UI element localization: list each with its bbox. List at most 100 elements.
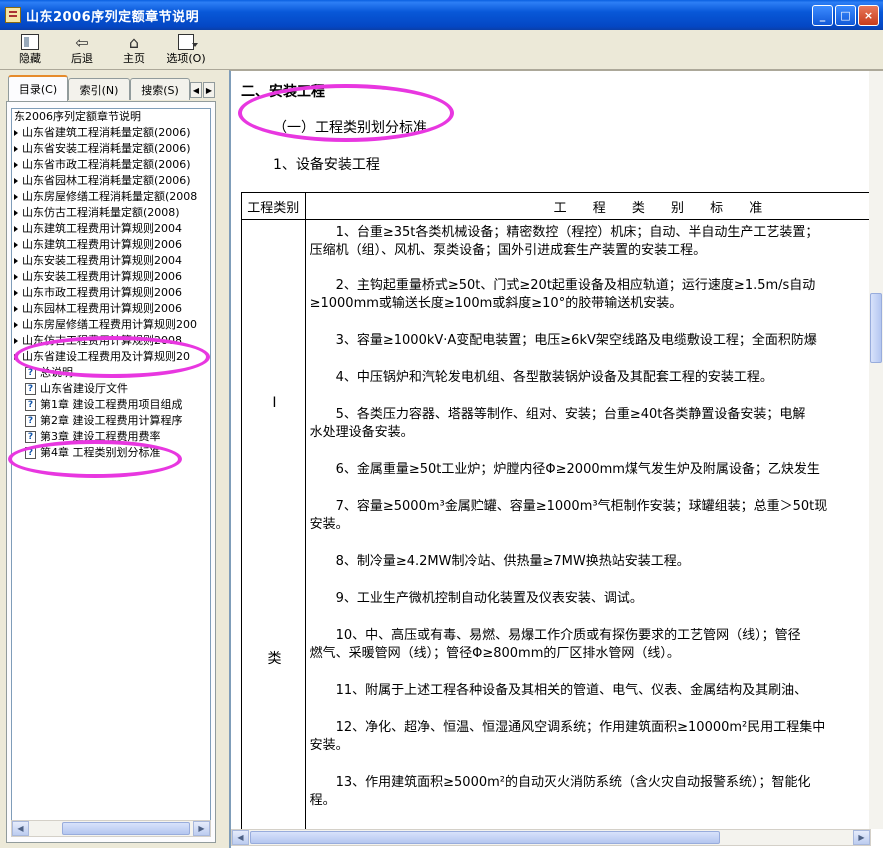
tree-page[interactable]: ? 第1章 建设工程费用项目组成 bbox=[12, 397, 210, 413]
tab-scroll-right[interactable]: ▶ bbox=[203, 82, 215, 98]
home-label: 主页 bbox=[123, 52, 145, 65]
scroll-thumb[interactable] bbox=[250, 831, 720, 844]
help-page-icon: ? bbox=[25, 399, 36, 411]
minimize-button[interactable]: _ bbox=[812, 5, 833, 26]
item-heading: 1、设备安装工程 bbox=[273, 157, 380, 173]
tree-book[interactable]: 山东市政工程费用计算规则2006 bbox=[12, 285, 210, 301]
tree-book[interactable]: 山东仿古工程费用计算规则2008 bbox=[12, 333, 210, 349]
tree-page-label: 第3章 建设工程费用费率 bbox=[40, 430, 161, 443]
home-button[interactable]: ⌂ 主页 bbox=[108, 30, 160, 70]
scroll-left-icon[interactable]: ◀ bbox=[12, 821, 29, 836]
standard-paragraph-4: 4、中压锅炉和汽轮发电机组、各型散装锅炉设备及其配套工程的安装工程。 bbox=[335, 370, 773, 385]
navigation-pane: 目录(C) 索引(N) 搜索(S) ◀ ▶ 东2006序列定额章节说明 山东省建… bbox=[6, 74, 216, 844]
tree-book[interactable]: 山东安装工程费用计算规则2004 bbox=[12, 253, 210, 269]
standard-paragraph-9: 9、工业生产微机控制自动化装置及仪表安装、调试。 bbox=[335, 591, 643, 606]
standard-paragraph-12: 12、净化、超净、恒温、恒湿通风空调系统；作用建筑面积≥10000m²民用工程集… bbox=[309, 720, 826, 753]
header-category: 工程类别 bbox=[241, 192, 306, 220]
tree-book[interactable]: 山东园林工程费用计算规则2006 bbox=[12, 301, 210, 317]
standard-paragraph-7: 7、容量≥5000m³金属贮罐、容量≥1000m³气柜制作安装；球罐组装；总重＞… bbox=[309, 499, 828, 532]
hide-pane-icon bbox=[19, 32, 41, 52]
tree-page-label: 山东省建设厅文件 bbox=[40, 382, 128, 395]
section-heading: 二、安装工程 bbox=[241, 84, 325, 100]
options-button[interactable]: 选项(O) bbox=[160, 30, 212, 70]
standard-paragraph-13: 13、作用建筑面积≥5000m²的自动灭火消防系统（含火灾自动报警系统）；智能化… bbox=[309, 775, 811, 808]
nav-tabs: 目录(C) 索引(N) 搜索(S) ◀ ▶ bbox=[6, 74, 216, 102]
tab-scroll-left[interactable]: ◀ bbox=[190, 82, 202, 98]
tree-page-current[interactable]: ? 第4章 工程类别划分标准 bbox=[12, 445, 210, 461]
help-app-icon bbox=[5, 7, 21, 23]
maximize-button[interactable]: □ bbox=[835, 5, 856, 26]
tree-page[interactable]: ? 第3章 建设工程费用费率 bbox=[12, 429, 210, 445]
category-roman: Ⅰ bbox=[272, 395, 277, 411]
tree-book[interactable]: 山东房屋修缮工程消耗量定额(2008 bbox=[12, 189, 210, 205]
tab-contents[interactable]: 目录(C) bbox=[8, 75, 68, 101]
tree-page-label: 第1章 建设工程费用项目组成 bbox=[40, 398, 183, 411]
tree-book[interactable]: 山东建筑工程费用计算规则2004 bbox=[12, 221, 210, 237]
help-page-icon: ? bbox=[25, 383, 36, 395]
scroll-thumb[interactable] bbox=[62, 822, 190, 835]
tree-book[interactable]: 山东省建筑工程消耗量定额(2006) bbox=[12, 125, 210, 141]
content-vertical-scrollbar[interactable] bbox=[869, 71, 883, 829]
tree-page[interactable]: ? 总说明 bbox=[12, 365, 210, 381]
standard-paragraph-1: 1、台重≥35t各类机械设备；精密数控（程控）机床；自动、半自动生产工艺装置；压… bbox=[309, 225, 819, 258]
tree-book-selected[interactable]: 山东省建设工程费用及计算规则20 bbox=[12, 349, 210, 365]
help-page-icon: ? bbox=[25, 367, 36, 379]
tab-search[interactable]: 搜索(S) bbox=[130, 78, 190, 100]
subsection-heading: （一）工程类别划分标准 bbox=[273, 120, 427, 136]
content-pane: 二、安装工程 （一）工程类别划分标准 1、设备安装工程 工程类别 工 程 类 别… bbox=[229, 70, 883, 848]
classification-table: 工程类别 工 程 类 别 标 准 Ⅰ 类 1、台重≥35t各类机械设备；精密数控… bbox=[241, 192, 871, 829]
tree-book[interactable]: 山东省安装工程消耗量定额(2006) bbox=[12, 141, 210, 157]
contents-tree[interactable]: 东2006序列定额章节说明 山东省建筑工程消耗量定额(2006) 山东省安装工程… bbox=[11, 108, 211, 822]
table-header-row: 工程类别 工 程 类 别 标 准 bbox=[241, 192, 871, 220]
category-label: 类 bbox=[267, 651, 282, 667]
toolbar: 隐藏 ⇦ 后退 ⌂ 主页 选项(O) bbox=[0, 30, 883, 70]
standard-paragraph-8: 8、制冷量≥4.2MW制冷站、供热量≥7MW换热站安装工程。 bbox=[335, 554, 690, 569]
options-icon bbox=[175, 32, 198, 52]
standard-paragraph-11: 11、附属于上述工程各种设备及其相关的管道、电气、仪表、金属结构及其刷油、 bbox=[335, 683, 808, 698]
vertical-scroll-thumb[interactable] bbox=[870, 293, 882, 363]
tree-book[interactable]: 山东省市政工程消耗量定额(2006) bbox=[12, 157, 210, 173]
tree-book[interactable]: 山东房屋修缮工程费用计算规则200 bbox=[12, 317, 210, 333]
tree-page-label: 总说明 bbox=[40, 366, 73, 379]
help-page-icon: ? bbox=[25, 447, 36, 459]
back-arrow-icon: ⇦ bbox=[75, 32, 89, 52]
tree-book[interactable]: 山东建筑工程费用计算规则2006 bbox=[12, 237, 210, 253]
back-label: 后退 bbox=[71, 52, 93, 65]
tree-book[interactable]: 山东省园林工程消耗量定额(2006) bbox=[12, 173, 210, 189]
tree-page[interactable]: ? 第2章 建设工程费用计算程序 bbox=[12, 413, 210, 429]
standard-paragraph-2: 2、主钩起重量桥式≥50t、门式≥20t起重设备及相应轨道；运行速度≥1.5m/… bbox=[309, 278, 816, 311]
window-title: 山东2006序列定额章节说明 bbox=[26, 9, 200, 25]
tree-page[interactable]: ? 山东省建设厅文件 bbox=[12, 381, 210, 397]
scroll-left-icon[interactable]: ◀ bbox=[232, 830, 249, 845]
home-icon: ⌂ bbox=[128, 32, 140, 52]
scroll-right-icon[interactable]: ▶ bbox=[193, 821, 210, 836]
content-horizontal-scrollbar[interactable]: ◀ ▶ bbox=[231, 829, 871, 846]
help-page-icon: ? bbox=[25, 415, 36, 427]
topic-content: 二、安装工程 （一）工程类别划分标准 1、设备安装工程 工程类别 工 程 类 别… bbox=[231, 71, 871, 829]
tree-book[interactable]: 山东仿古工程消耗量定额(2008) bbox=[12, 205, 210, 221]
window-controls: _ □ × bbox=[812, 5, 879, 26]
options-label: 选项(O) bbox=[166, 52, 206, 65]
standard-paragraph-10: 10、中、高压或有毒、易燃、易爆工作介质或有探伤要求的工艺管网（线）；管径 燃气、… bbox=[309, 628, 801, 661]
standard-paragraph-6: 6、金属重量≥50t工业炉；炉膛内径Φ≥2000mm煤气发生炉及附属设备；乙炔发… bbox=[335, 462, 820, 477]
help-page-icon: ? bbox=[25, 431, 36, 443]
tree-root[interactable]: 东2006序列定额章节说明 bbox=[12, 109, 210, 125]
tree-page-label: 第2章 建设工程费用计算程序 bbox=[40, 414, 183, 427]
standard-cell: 1、台重≥35t各类机械设备；精密数控（程控）机床；自动、半自动生产工艺装置；压… bbox=[304, 219, 871, 829]
back-button[interactable]: ⇦ 后退 bbox=[56, 30, 108, 70]
standard-paragraph-5: 5、各类压力容器、塔器等制作、组对、安装；台重≥40t各类静置设备安装；电解 水处… bbox=[309, 407, 806, 440]
header-standard: 工 程 类 别 标 准 bbox=[304, 192, 871, 220]
title-bar[interactable]: 山东2006序列定额章节说明 _ □ × bbox=[0, 0, 883, 30]
tree-horizontal-scrollbar[interactable]: ◀ ▶ bbox=[11, 820, 211, 837]
table-row: Ⅰ 类 1、台重≥35t各类机械设备；精密数控（程控）机床；自动、半自动生产工艺… bbox=[241, 219, 871, 829]
tree-book[interactable]: 山东安装工程费用计算规则2006 bbox=[12, 269, 210, 285]
scroll-right-icon[interactable]: ▶ bbox=[853, 830, 870, 845]
hide-button[interactable]: 隐藏 bbox=[4, 30, 56, 70]
close-button[interactable]: × bbox=[858, 5, 879, 26]
standard-paragraph-3: 3、容量≥1000kV·A变配电装置；电压≥6kV架空线路及电缆敷设工程；全面积… bbox=[335, 333, 817, 348]
contents-panel: 东2006序列定额章节说明 山东省建筑工程消耗量定额(2006) 山东省安装工程… bbox=[6, 101, 216, 843]
hide-label: 隐藏 bbox=[19, 52, 41, 65]
tab-index[interactable]: 索引(N) bbox=[68, 78, 130, 100]
category-cell: Ⅰ 类 bbox=[241, 219, 306, 829]
tree-page-label: 第4章 工程类别划分标准 bbox=[40, 446, 161, 459]
